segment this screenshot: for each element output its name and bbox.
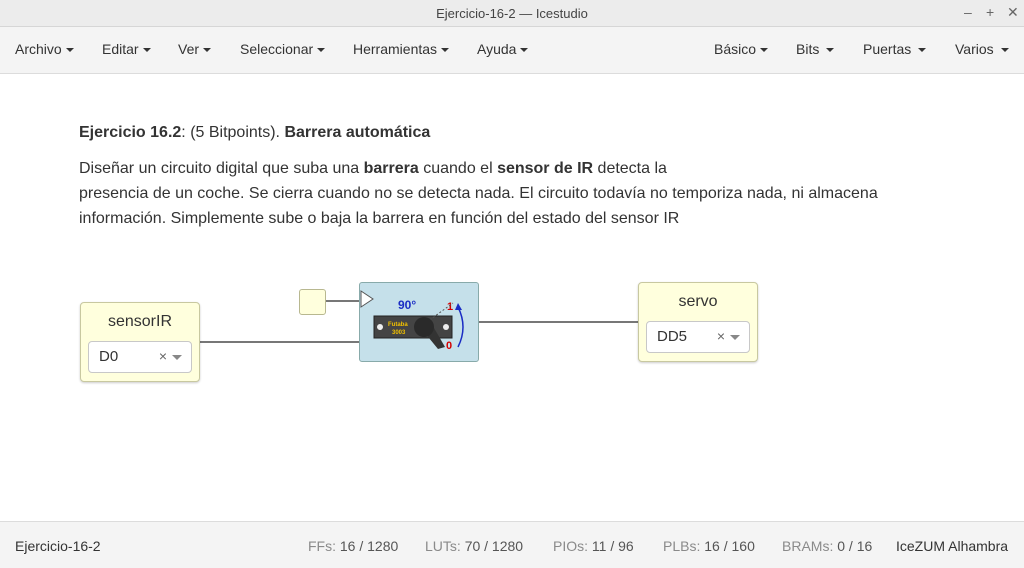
pios-value: 11 / 96 [591,538,634,554]
block-name: servo [678,293,718,310]
chevron-down-icon [441,48,450,53]
luts-usage: LUTs: 70 / 1280 [425,538,523,554]
brams-label: BRAMs: [782,538,834,554]
menu-puertas-label: Puertas [863,41,912,57]
exercise-points: : (5 Bitpoints). [181,124,285,141]
plbs-label: PLBs: [663,538,701,554]
status-bar: Ejercicio-16-2 FFs: 16 / 1280 LUTs: 70 /… [0,521,1024,568]
input-block-sensorIR[interactable]: sensorIR D0 × [80,302,200,382]
servo-angle-label: 90° [398,298,416,312]
menu-basico-label: Básico [714,41,757,57]
plbs-usage: PLBs: 16 / 160 [663,538,755,554]
servo-brand-label: Futaba [388,322,408,328]
exercise-description: Diseñar un circuito digital que suba una… [79,156,959,231]
project-name: Ejercicio-16-2 [15,538,101,554]
menu-archivo-label: Archivo [15,41,62,57]
menu-seleccionar-label: Seleccionar [240,41,314,57]
servo-max-label: 1 [447,301,453,313]
chevron-down-icon [65,48,74,53]
block-name: sensorIR [107,313,173,330]
chevron-down-icon [203,48,212,53]
desc-text: detecta la [593,160,667,177]
chevron-down-icon [760,48,769,53]
menu-ayuda[interactable]: Ayuda [477,41,529,57]
chevron-down-icon [520,48,529,53]
dropdown-arrow-icon[interactable] [730,335,740,340]
desc-text: cuando el [418,160,498,177]
ffs-usage: FFs: 16 / 1280 [308,538,398,554]
output-block-servo[interactable]: servo DD5 × [638,282,758,362]
servo-motor-icon: 90° 1 0 Futaba 3003 [360,290,464,352]
chevron-down-icon [142,48,151,53]
constant-block[interactable] [299,289,326,315]
exercise-heading: Ejercicio 16.2: (5 Bitpoints). Barrera a… [79,124,979,142]
pin-value: DD5 [657,328,688,345]
plbs-value: 16 / 160 [704,538,755,554]
board-name[interactable]: IceZUM Alhambra [896,538,1008,554]
pios-label: PIOs: [553,538,589,554]
menu-ver[interactable]: Ver [178,41,212,57]
exercise-info: Ejercicio 16.2: (5 Bitpoints). Barrera a… [79,124,979,231]
dropdown-arrow-icon[interactable] [172,355,182,360]
wire-sensor-to-servo[interactable] [199,341,360,343]
servo-model-label: 3003 [392,330,406,336]
servo-block[interactable]: 90° 1 0 Futaba 3003 [359,282,479,362]
menu-varios-label: Varios [955,41,994,57]
ffs-label: FFs: [308,538,336,554]
minimize-icon[interactable]: – [964,4,972,20]
luts-label: LUTs: [425,538,461,554]
luts-value: 70 / 1280 [464,538,524,554]
menu-seleccionar[interactable]: Seleccionar [240,41,326,57]
chevron-down-icon [918,48,927,53]
desc-bold-barrera: barrera [363,160,419,177]
menu-editar[interactable]: Editar [102,41,151,57]
clear-icon[interactable]: × [717,328,725,344]
desc-bold-sensor: sensor de IR [497,160,594,177]
clear-icon[interactable]: × [159,348,167,364]
chevron-down-icon [1000,48,1009,53]
window-title: Ejercicio-16-2 — Icestudio [436,6,588,21]
menu-bits-label: Bits [796,41,820,57]
menu-bar: Archivo Editar Ver Seleccionar Herramien… [0,27,1024,74]
exercise-number: Ejercicio 16.2 [79,124,182,141]
menu-archivo[interactable]: Archivo [15,41,74,57]
chevron-down-icon [826,48,835,53]
pin-value: D0 [99,348,119,365]
brams-usage: BRAMs: 0 / 16 [782,538,872,554]
pin-select[interactable]: D0 × [88,341,192,373]
pin-select[interactable]: DD5 × [646,321,750,353]
maximize-icon[interactable]: + [986,4,994,20]
menu-ayuda-label: Ayuda [477,41,517,57]
chevron-down-icon [317,48,326,53]
exercise-name: Barrera automática [284,124,431,141]
title-bar: Ejercicio-16-2 — Icestudio – + ✕ [0,0,1024,27]
menu-herramientas-label: Herramientas [353,41,438,57]
desc-text: Diseñar un circuito digital que suba una [79,160,364,177]
wire-constant-to-servo[interactable] [325,300,360,302]
menu-bits[interactable]: Bits [796,41,835,57]
servo-min-label: 0 [446,340,452,352]
menu-editar-label: Editar [102,41,139,57]
menu-ver-label: Ver [178,41,200,57]
brams-value: 0 / 16 [837,538,873,554]
menu-puertas[interactable]: Puertas [863,41,927,57]
pios-usage: PIOs: 11 / 96 [553,538,634,554]
ffs-value: 16 / 1280 [339,538,399,554]
menu-varios[interactable]: Varios [955,41,1009,57]
close-icon[interactable]: ✕ [1007,4,1019,21]
menu-herramientas[interactable]: Herramientas [353,41,450,57]
desc-text: presencia de un coche. Se cierra cuando … [79,185,878,227]
menu-basico[interactable]: Básico [714,41,769,57]
wire-servo-to-output[interactable] [478,321,639,323]
